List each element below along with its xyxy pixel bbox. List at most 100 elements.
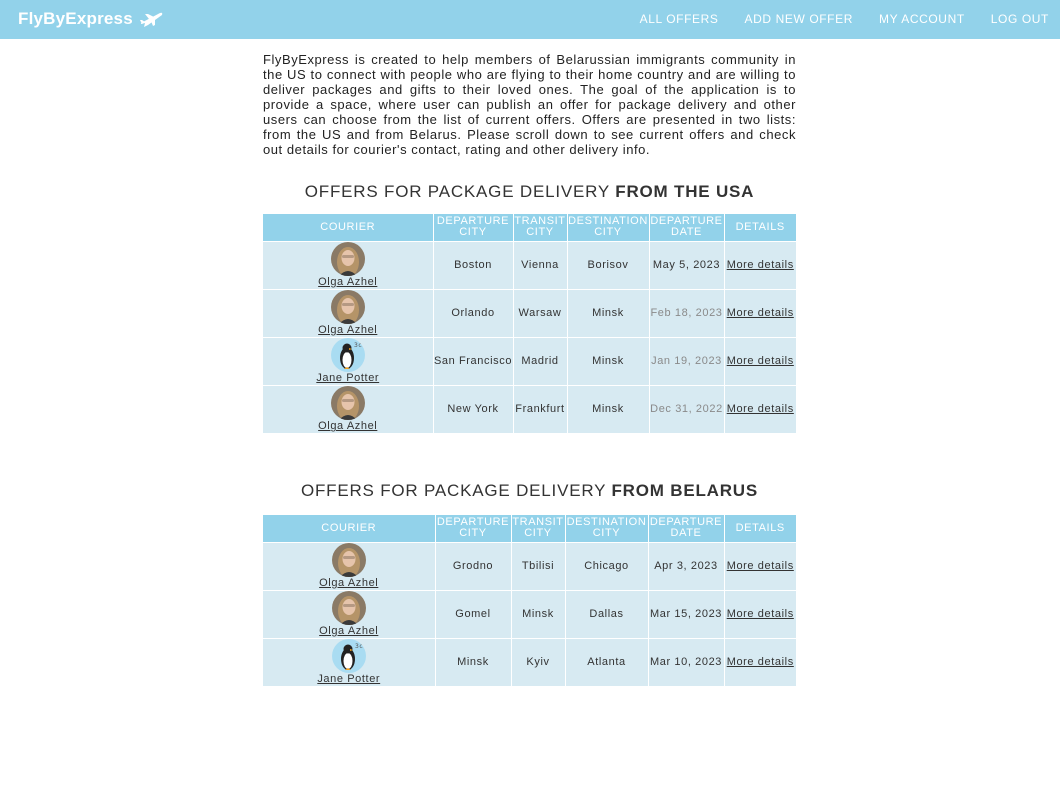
details-cell: More details xyxy=(724,288,796,337)
destination-city-cell: Borisov xyxy=(567,240,650,289)
header-details: DETAILS xyxy=(724,515,796,542)
courier-name-link[interactable]: Olga Azhel xyxy=(263,420,433,432)
avatar xyxy=(331,591,366,625)
courier-cell: Olga Azhel xyxy=(263,589,436,638)
courier-name-link[interactable]: Olga Azhel xyxy=(263,577,435,589)
table-row: Olga Azhel Gomel Minsk Dallas Mar 15, 2023 Mo… xyxy=(263,589,796,638)
table-row: 3c Jane Potter Minsk Kyiv Atlanta Mar 10, 202… xyxy=(263,637,796,686)
section-title-bold: FROM BELARUS xyxy=(611,481,759,500)
brand-name: FlyByExpress xyxy=(18,9,133,28)
airplane-icon xyxy=(139,10,163,28)
nav-all-offers[interactable]: ALL OFFERS xyxy=(640,12,719,26)
header-courier: COURIER xyxy=(263,515,436,542)
transit-city-cell: Vienna xyxy=(513,240,568,289)
transit-city-cell: Warsaw xyxy=(513,288,568,337)
section-title-usa: OFFERS FOR PACKAGE DELIVERY FROM THE USA xyxy=(263,182,796,202)
header-departure-date: DEPARTURE DATE xyxy=(648,515,725,542)
courier-name-link[interactable]: Jane Potter xyxy=(263,673,435,685)
details-cell: More details xyxy=(724,541,796,590)
avatar xyxy=(331,543,366,577)
header-departure-date: DEPARTURE DATE xyxy=(649,214,725,241)
destination-city-cell: Minsk xyxy=(567,288,650,337)
header-departure-city: DEPARTURE CITY xyxy=(433,214,514,241)
departure-city-cell: Minsk xyxy=(435,637,512,686)
destination-city-cell: Minsk xyxy=(567,384,650,433)
offers-table-usa: COURIER DEPARTURE CITY TRANSIT CITY DESTINA… xyxy=(263,214,796,433)
courier-cell: 3c Jane Potter xyxy=(263,336,434,385)
table-row: Olga Azhel New York Frankfurt Minsk Dec 31, … xyxy=(263,384,796,433)
more-details-link[interactable]: More details xyxy=(727,656,794,668)
details-cell: More details xyxy=(724,384,796,433)
transit-city-cell: Tbilisi xyxy=(511,541,566,590)
departure-date-cell: Mar 10, 2023 xyxy=(648,637,725,686)
destination-city-cell: Atlanta xyxy=(565,637,649,686)
section-title-prefix: OFFERS FOR PACKAGE DELIVERY xyxy=(300,481,612,500)
courier-name-link[interactable]: Olga Azhel xyxy=(263,625,435,637)
departure-date-cell: Feb 18, 2023 xyxy=(649,288,725,337)
transit-city-cell: Minsk xyxy=(511,589,566,638)
header-courier: COURIER xyxy=(263,214,434,241)
navbar: FlyByExpress ALL OFFERS ADD NEW OFFER MY… xyxy=(0,0,1060,39)
main-content: FlyByExpress is created to help members … xyxy=(263,52,796,686)
details-cell: More details xyxy=(724,589,796,638)
intro-paragraph: FlyByExpress is created to help members … xyxy=(263,52,796,157)
departure-date-cell: May 5, 2023 xyxy=(649,240,725,289)
table-row: Olga Azhel Orlando Warsaw Minsk Feb 18, 2023… xyxy=(263,288,796,337)
destination-city-cell: Minsk xyxy=(567,336,650,385)
avatar xyxy=(330,290,365,324)
more-details-link[interactable]: More details xyxy=(727,608,794,620)
details-cell: More details xyxy=(724,240,796,289)
more-details-link[interactable]: More details xyxy=(727,259,794,271)
departure-city-cell: New York xyxy=(433,384,514,433)
header-transit-city: TRANSIT CITY xyxy=(513,214,568,241)
courier-name-link[interactable]: Jane Potter xyxy=(263,372,433,384)
offers-table-belarus: COURIER DEPARTURE CITY TRANSIT CITY DESTINA… xyxy=(263,515,796,686)
more-details-link[interactable]: More details xyxy=(727,307,794,319)
nav-links: ALL OFFERS ADD NEW OFFER MY ACCOUNT LOG … xyxy=(640,12,1049,26)
svg-text:3c: 3c xyxy=(354,342,362,349)
avatar xyxy=(330,242,365,276)
courier-cell: Olga Azhel xyxy=(263,541,436,590)
courier-name-link[interactable]: Olga Azhel xyxy=(263,324,433,336)
transit-city-cell: Kyiv xyxy=(511,637,566,686)
section-title-belarus: OFFERS FOR PACKAGE DELIVERY FROM BELARUS xyxy=(263,481,796,501)
more-details-link[interactable]: More details xyxy=(727,355,794,367)
courier-cell: Olga Azhel xyxy=(263,288,434,337)
departure-date-cell: Mar 15, 2023 xyxy=(648,589,725,638)
departure-city-cell: Gomel xyxy=(435,589,512,638)
departure-date-cell: Apr 3, 2023 xyxy=(648,541,725,590)
courier-cell: Olga Azhel xyxy=(263,384,434,433)
courier-cell: 3c Jane Potter xyxy=(263,637,436,686)
destination-city-cell: Dallas xyxy=(565,589,649,638)
section-title-prefix: OFFERS FOR PACKAGE DELIVERY xyxy=(304,182,616,201)
courier-cell: Olga Azhel xyxy=(263,240,434,289)
departure-city-cell: San Francisco xyxy=(433,336,514,385)
destination-city-cell: Chicago xyxy=(565,541,649,590)
departure-date-cell: Jan 19, 2023 xyxy=(649,336,725,385)
more-details-link[interactable]: More details xyxy=(727,403,794,415)
svg-text:3c: 3c xyxy=(355,643,363,650)
table-header-row: COURIER DEPARTURE CITY TRANSIT CITY DESTINA… xyxy=(263,515,796,542)
header-departure-city: DEPARTURE CITY xyxy=(435,515,512,542)
nav-my-account[interactable]: MY ACCOUNT xyxy=(879,12,965,26)
courier-name-link[interactable]: Olga Azhel xyxy=(263,276,433,288)
table-row: Olga Azhel Grodno Tbilisi Chicago Apr 3, 202… xyxy=(263,541,796,590)
table-row: 3c Jane Potter San Francisco Madrid Minsk Jan… xyxy=(263,336,796,385)
table-row: Olga Azhel Boston Vienna Borisov May 5, 2023… xyxy=(263,240,796,289)
transit-city-cell: Frankfurt xyxy=(513,384,568,433)
penguin-avatar: 3c xyxy=(330,338,365,372)
departure-city-cell: Grodno xyxy=(435,541,512,590)
more-details-link[interactable]: More details xyxy=(727,560,794,572)
section-title-bold: FROM THE USA xyxy=(615,182,755,201)
nav-log-out[interactable]: LOG OUT xyxy=(991,12,1049,26)
table-header-row: COURIER DEPARTURE CITY TRANSIT CITY DESTINA… xyxy=(263,214,796,241)
departure-city-cell: Orlando xyxy=(433,288,514,337)
details-cell: More details xyxy=(724,336,796,385)
brand-logo-link[interactable]: FlyByExpress xyxy=(18,9,163,29)
header-destination-city: DESTINATION CITY xyxy=(565,515,649,542)
nav-add-new-offer[interactable]: ADD NEW OFFER xyxy=(745,12,853,26)
header-destination-city: DESTINATION CITY xyxy=(567,214,650,241)
departure-date-cell: Dec 31, 2022 xyxy=(649,384,725,433)
penguin-avatar: 3c xyxy=(331,639,366,674)
header-transit-city: TRANSIT CITY xyxy=(511,515,566,542)
